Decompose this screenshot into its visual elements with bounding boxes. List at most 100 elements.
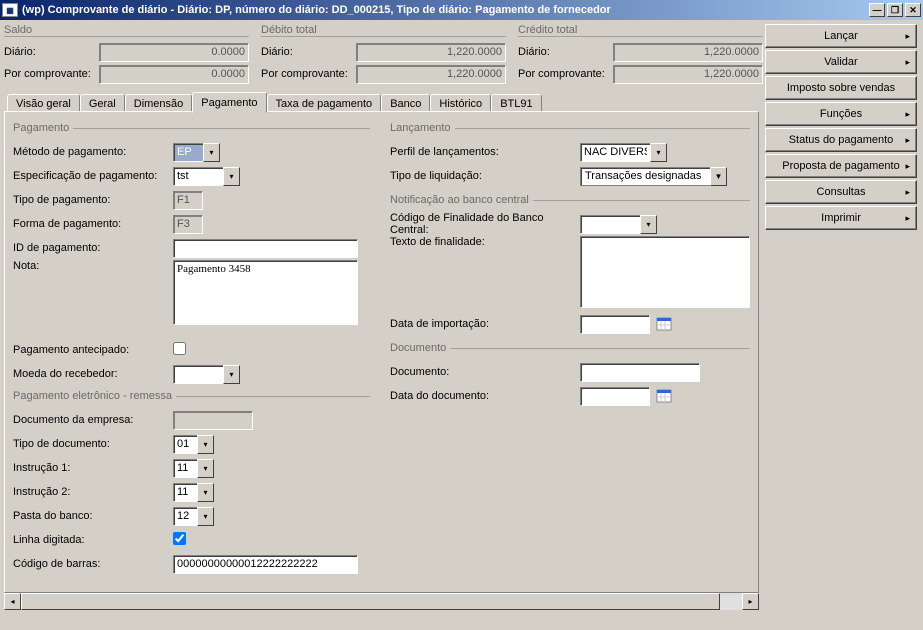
app-icon: ▦ — [2, 3, 18, 17]
doc-label: Documento: — [390, 366, 580, 378]
tab-historico[interactable]: Histórico — [430, 94, 491, 112]
credito-comprov-value — [613, 65, 763, 84]
funcoes-button[interactable]: Funções▸ — [765, 102, 917, 126]
scroll-thumb[interactable] — [21, 593, 720, 610]
tab-panel: Pagamento Método de pagamento: ▾ Especif… — [4, 111, 759, 593]
section-remessa: Pagamento eletrônico - remessa — [13, 390, 176, 402]
inst1-lookup-button[interactable]: ▾ — [197, 459, 214, 478]
debito-comprov-value — [356, 65, 506, 84]
doc-data-label: Data do documento: — [390, 390, 580, 402]
import-label: Data de importação: — [390, 318, 580, 330]
saldo-comprov-value — [99, 65, 249, 84]
inst2-label: Instrução 2: — [13, 486, 173, 498]
restore-button[interactable]: ❐ — [887, 3, 903, 17]
doc-emp-label: Documento da empresa: — [13, 414, 173, 426]
antecipado-checkbox[interactable] — [173, 342, 186, 355]
tab-banco[interactable]: Banco — [381, 94, 430, 112]
bc-cod-label: Código de Finalidade do Banco Central: — [390, 212, 580, 236]
perfil-input[interactable] — [580, 143, 650, 162]
proposta-button[interactable]: Proposta de pagamento▸ — [765, 154, 917, 178]
id-label: ID de pagamento: — [13, 242, 173, 254]
section-pagamento: Pagamento — [13, 122, 73, 134]
doc-data-input[interactable] — [580, 387, 650, 406]
espec-input[interactable] — [173, 167, 223, 186]
saldo-diario-value — [99, 43, 249, 62]
scroll-left-button[interactable]: ◂ — [4, 593, 21, 610]
perfil-label: Perfil de lançamentos: — [390, 146, 580, 158]
doc-emp-value — [173, 411, 253, 430]
tab-pagamento[interactable]: Pagamento — [192, 92, 266, 113]
tab-btl91[interactable]: BTL91 — [491, 94, 541, 112]
status-button[interactable]: Status do pagamento▸ — [765, 128, 917, 152]
imposto-button[interactable]: Imposto sobre vendas — [765, 76, 917, 100]
minimize-button[interactable]: — — [869, 3, 885, 17]
chevron-right-icon: ▸ — [905, 187, 910, 198]
bc-cod-input[interactable] — [580, 215, 640, 234]
summary-area: Saldo Diário: Por comprovante: Débito to… — [4, 24, 759, 85]
section-notificacao: Notificação ao banco central — [390, 194, 533, 206]
title-bar: ▦ (wp) Comprovante de diário - Diário: D… — [0, 0, 923, 20]
consultas-button[interactable]: Consultas▸ — [765, 180, 917, 204]
liquid-select[interactable]: Transações designadas — [580, 167, 710, 186]
inst2-lookup-button[interactable]: ▾ — [197, 483, 214, 502]
perfil-lookup-button[interactable]: ▾ — [650, 143, 667, 162]
horizontal-scrollbar[interactable]: ◂ ▸ — [4, 593, 759, 610]
chevron-right-icon: ▸ — [905, 31, 910, 42]
lancar-button[interactable]: Lançar▸ — [765, 24, 917, 48]
group-debito: Débito total — [261, 24, 321, 36]
pasta-lookup-button[interactable]: ▾ — [197, 507, 214, 526]
espec-lookup-button[interactable]: ▾ — [223, 167, 240, 186]
section-documento: Documento — [390, 342, 450, 354]
inst1-label: Instrução 1: — [13, 462, 173, 474]
credito-diario-label: Diário: — [518, 46, 613, 58]
nota-label: Nota: — [13, 260, 173, 272]
imprimir-button[interactable]: Imprimir▸ — [765, 206, 917, 230]
tab-geral[interactable]: Geral — [80, 94, 125, 112]
doc-data-calendar-icon[interactable] — [655, 388, 672, 405]
forma-value — [173, 215, 203, 234]
liquid-dropdown-button[interactable]: ▼ — [710, 167, 727, 186]
credito-diario-value — [613, 43, 763, 62]
metodo-label: Método de pagamento: — [13, 146, 173, 158]
bc-txt-label: Texto de finalidade: — [390, 236, 580, 248]
pasta-label: Pasta do banco: — [13, 510, 173, 522]
doc-input[interactable] — [580, 363, 700, 382]
chevron-right-icon: ▸ — [905, 161, 910, 172]
liquid-label: Tipo de liquidação: — [390, 170, 580, 182]
moeda-input[interactable] — [173, 365, 223, 384]
barras-input[interactable] — [173, 555, 358, 574]
chevron-right-icon: ▸ — [905, 213, 910, 224]
tab-dimensao[interactable]: Dimensão — [125, 94, 193, 112]
metodo-lookup-button[interactable]: ▾ — [203, 143, 220, 162]
id-input[interactable] — [173, 239, 358, 258]
bc-txt-textarea[interactable] — [580, 236, 750, 308]
action-sidebar: Lançar▸ Validar▸ Imposto sobre vendas Fu… — [763, 20, 923, 630]
group-saldo: Saldo — [4, 24, 36, 36]
bc-cod-lookup-button[interactable]: ▾ — [640, 215, 657, 234]
linha-checkbox[interactable] — [173, 532, 186, 545]
barras-label: Código de barras: — [13, 558, 173, 570]
inst2-input[interactable] — [173, 483, 197, 502]
espec-label: Especificação de pagamento: — [13, 170, 173, 182]
close-button[interactable]: ✕ — [905, 3, 921, 17]
saldo-comprov-label: Por comprovante: — [4, 68, 99, 80]
scroll-right-button[interactable]: ▸ — [742, 593, 759, 610]
import-input[interactable] — [580, 315, 650, 334]
tipo-doc-lookup-button[interactable]: ▾ — [197, 435, 214, 454]
scroll-track[interactable] — [21, 593, 742, 610]
import-calendar-icon[interactable] — [655, 316, 672, 333]
group-credito: Crédito total — [518, 24, 581, 36]
tipo-doc-input[interactable] — [173, 435, 197, 454]
moeda-lookup-button[interactable]: ▾ — [223, 365, 240, 384]
linha-label: Linha digitada: — [13, 534, 173, 546]
moeda-label: Moeda do recebedor: — [13, 368, 173, 380]
pasta-input[interactable] — [173, 507, 197, 526]
inst1-input[interactable] — [173, 459, 197, 478]
tab-visao-geral[interactable]: Visão geral — [7, 94, 80, 112]
tab-taxa[interactable]: Taxa de pagamento — [267, 94, 382, 112]
validar-button[interactable]: Validar▸ — [765, 50, 917, 74]
metodo-input[interactable] — [173, 143, 203, 162]
chevron-right-icon: ▸ — [905, 135, 910, 146]
nota-textarea[interactable] — [173, 260, 358, 325]
tab-strip: Visão geral Geral Dimensão Pagamento Tax… — [4, 91, 759, 111]
